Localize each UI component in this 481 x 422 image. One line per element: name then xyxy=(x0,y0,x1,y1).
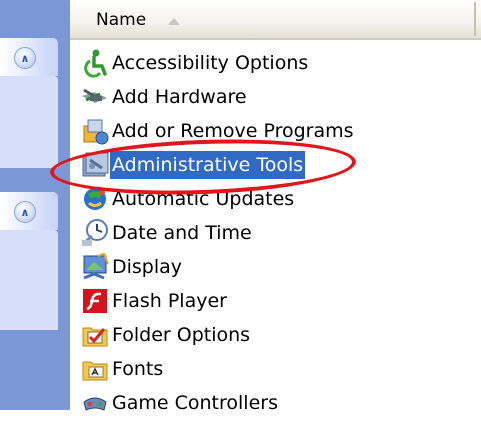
list-item-fonts[interactable]: Fonts xyxy=(80,354,480,384)
list-item-label: Flash Player xyxy=(112,290,227,312)
column-divider[interactable] xyxy=(474,2,476,36)
accessibility-icon xyxy=(80,48,110,78)
list-item-display[interactable]: Display xyxy=(80,252,480,282)
column-header-label: Name xyxy=(96,10,147,30)
task-pane-header-2[interactable]: ∧ xyxy=(0,192,58,230)
list-item-add-hardware[interactable]: Add Hardware xyxy=(80,82,480,112)
list-item-label: Display xyxy=(112,256,183,278)
collapse-chevron-icon[interactable]: ∧ xyxy=(14,47,36,69)
task-pane-header-1[interactable]: ∧ xyxy=(0,38,58,76)
list-item-accessibility-options[interactable]: Accessibility Options xyxy=(80,48,480,78)
fonts-folder-icon xyxy=(80,354,110,384)
list-item-label: Automatic Updates xyxy=(112,188,295,210)
sort-ascending-icon xyxy=(168,18,180,25)
list-item-date-and-time[interactable]: Date and Time xyxy=(80,218,480,248)
folder-options-icon xyxy=(80,320,110,350)
task-pane-section-1 xyxy=(0,76,58,168)
list-item-game-controllers[interactable]: Game Controllers xyxy=(80,388,480,418)
flash-player-icon xyxy=(80,286,110,316)
collapse-chevron-icon[interactable]: ∧ xyxy=(14,201,36,223)
list-item-label: Administrative Tools xyxy=(110,151,306,179)
display-icon xyxy=(80,252,110,282)
add-remove-programs-icon xyxy=(80,116,110,146)
list-item-flash-player[interactable]: Flash Player xyxy=(80,286,480,316)
list-item-label: Add Hardware xyxy=(112,86,247,108)
list-item-label: Fonts xyxy=(112,358,164,380)
list-item-label: Game Controllers xyxy=(112,392,278,414)
task-pane-section-2 xyxy=(0,230,58,330)
list-item-label: Folder Options xyxy=(112,324,251,346)
automatic-updates-icon xyxy=(80,184,110,214)
date-time-icon xyxy=(80,218,110,248)
list-item-folder-options[interactable]: Folder Options xyxy=(80,320,480,350)
task-pane: ∧ ∧ xyxy=(0,0,70,410)
column-header-name[interactable]: Name xyxy=(70,0,481,40)
administrative-tools-icon xyxy=(80,150,110,180)
list-item-label: Date and Time xyxy=(112,222,252,244)
add-hardware-icon xyxy=(80,82,110,112)
list-item-automatic-updates[interactable]: Automatic Updates xyxy=(80,184,480,214)
list-item-label: Accessibility Options xyxy=(112,52,309,74)
list-item-label: Add or Remove Programs xyxy=(112,120,354,142)
list-item-add-or-remove-programs[interactable]: Add or Remove Programs xyxy=(80,116,480,146)
game-controllers-icon xyxy=(80,388,110,418)
list-item-administrative-tools[interactable]: Administrative Tools xyxy=(80,150,480,180)
